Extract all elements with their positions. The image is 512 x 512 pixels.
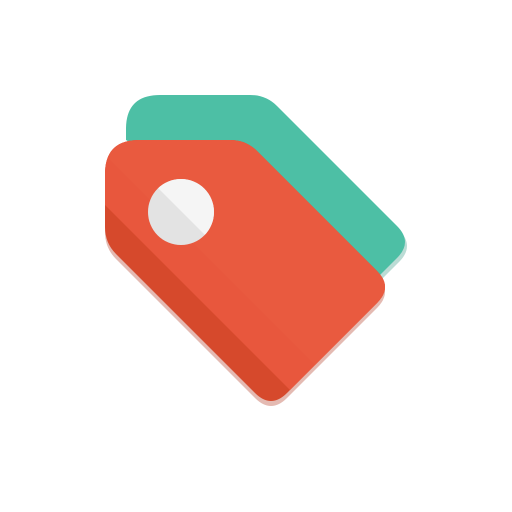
price-tags-icon <box>105 95 407 406</box>
